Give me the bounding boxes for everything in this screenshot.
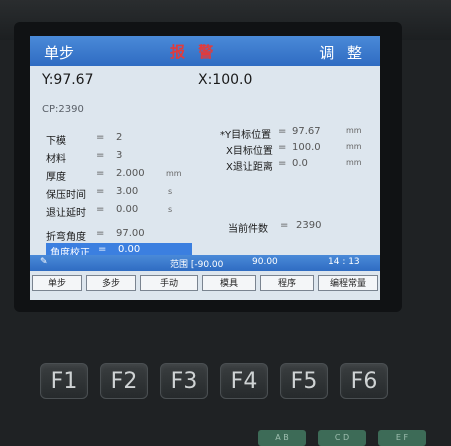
status-bar: ✎ 范围 [-90.00 90.00 14 : 13 — [30, 255, 380, 271]
ef-key[interactable]: E F — [378, 430, 426, 446]
param-label: X目标位置 — [226, 146, 273, 157]
piece-count-label: 当前件数 — [228, 224, 268, 235]
param-value[interactable]: 100.0 — [292, 142, 321, 153]
x-position-readout: X:100.0 — [198, 72, 253, 88]
softkey-mold[interactable]: 模具 — [202, 275, 256, 291]
param-value[interactable]: 97.67 — [292, 126, 321, 137]
param-label: 折弯角度 — [46, 232, 86, 243]
equals-sign: = — [96, 186, 105, 197]
param-label: 材料 — [46, 154, 66, 165]
f4-key[interactable]: F4 — [220, 363, 268, 399]
param-label: 退让延时 — [46, 208, 86, 219]
range-end: 90.00 — [252, 257, 278, 267]
equals-sign: = — [96, 204, 105, 215]
param-label: 下模 — [46, 136, 66, 147]
param-value[interactable]: 0.00 — [118, 244, 140, 255]
param-unit: s — [168, 205, 173, 214]
softkey-bar: 单步 多步 手动 模具 程序 编程常量 — [30, 273, 380, 295]
alarm-indicator: 报 警 — [170, 43, 218, 61]
param-unit: s — [168, 187, 173, 196]
param-label: 厚度 — [46, 172, 66, 183]
equals-sign: = — [96, 228, 105, 239]
f1-key[interactable]: F1 — [40, 363, 88, 399]
param-value[interactable]: 3.00 — [116, 186, 138, 197]
y-position-readout: Y:97.67 — [42, 72, 94, 88]
param-value[interactable]: 2.000 — [116, 168, 145, 179]
param-label: X退让距离 — [226, 162, 273, 173]
equals-sign: = — [96, 150, 105, 161]
softkey-program[interactable]: 程序 — [260, 275, 314, 291]
param-unit: mm — [166, 169, 182, 178]
equals-sign: = — [278, 126, 287, 137]
equals-sign: = — [278, 158, 287, 169]
clock: 14 : 13 — [328, 257, 360, 267]
param-label: *Y目标位置 — [220, 130, 272, 141]
range-start: 范围 [-90.00 — [170, 260, 224, 270]
softkey-manual[interactable]: 手动 — [140, 275, 198, 291]
title-bar: 单步 报 警 调 整 — [30, 36, 380, 66]
f5-key[interactable]: F5 — [280, 363, 328, 399]
equals-sign: = — [278, 142, 287, 153]
param-unit: mm — [346, 142, 362, 151]
softkey-multi-step[interactable]: 多步 — [86, 275, 136, 291]
equals-sign: = — [96, 168, 105, 179]
equals-sign: = — [98, 244, 107, 255]
cp-counter: CP:2390 — [42, 104, 84, 115]
ab-key[interactable]: A B — [258, 430, 306, 446]
equals-sign: = — [280, 220, 289, 231]
cd-key[interactable]: C D — [318, 430, 366, 446]
hmi-screen: 单步 报 警 调 整 Y:97.67 X:100.0 CP:2390 下模 = … — [30, 36, 380, 300]
piece-count-value: 2390 — [296, 220, 322, 231]
adjust-label: 调 整 — [319, 44, 366, 62]
param-value[interactable]: 0.00 — [116, 204, 138, 215]
equals-sign: = — [96, 132, 105, 143]
f3-key[interactable]: F3 — [160, 363, 208, 399]
f2-key[interactable]: F2 — [100, 363, 148, 399]
param-value[interactable]: 0.0 — [292, 158, 308, 169]
mode-label: 单步 — [44, 44, 75, 62]
param-value[interactable]: 2 — [116, 132, 122, 143]
param-label: 保压时间 — [46, 190, 86, 201]
param-unit: mm — [346, 158, 362, 167]
f6-key[interactable]: F6 — [340, 363, 388, 399]
param-value[interactable]: 3 — [116, 150, 122, 161]
pencil-icon: ✎ — [40, 257, 48, 267]
softkey-programming-constants[interactable]: 编程常量 — [318, 275, 378, 291]
softkey-single-step[interactable]: 单步 — [32, 275, 82, 291]
param-value[interactable]: 97.00 — [116, 228, 145, 239]
param-unit: mm — [346, 126, 362, 135]
